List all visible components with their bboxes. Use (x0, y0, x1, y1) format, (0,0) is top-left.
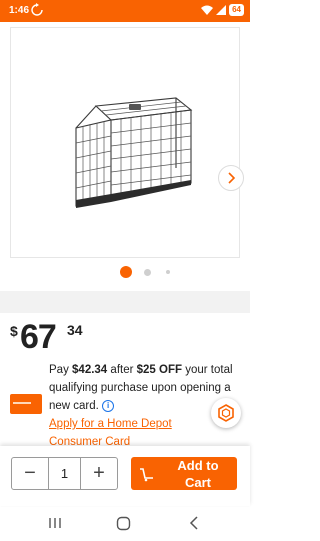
price-dollars: 67 (20, 318, 57, 356)
signal-icon (216, 5, 227, 15)
credit-card-icon (10, 394, 42, 414)
add-to-cart-label: Add to Cart (177, 457, 219, 490)
pagination-dot[interactable] (144, 269, 151, 276)
price-cents: 34 (67, 322, 83, 338)
wifi-icon (201, 5, 214, 15)
next-image-button[interactable] (218, 165, 244, 191)
back-icon[interactable] (188, 516, 200, 530)
hexagon-chat-icon (218, 404, 234, 422)
status-time: 1:46 (9, 5, 30, 16)
pagination-dot[interactable] (166, 270, 170, 274)
promo-discount: $25 OFF (136, 364, 183, 376)
section-divider (0, 291, 250, 313)
recent-apps-icon[interactable] (48, 516, 62, 530)
product-image-gallery[interactable] (10, 27, 244, 258)
home-icon[interactable] (116, 516, 131, 531)
quantity-stepper: − 1 + (11, 457, 118, 490)
product-image (75, 97, 193, 208)
chevron-right-icon (228, 172, 236, 184)
decrease-quantity-button[interactable]: − (12, 458, 48, 489)
pagination-dot-active[interactable] (120, 266, 132, 278)
status-bar: 1:46 64 (0, 0, 250, 22)
quantity-input[interactable]: 1 (48, 458, 81, 489)
chat-button[interactable] (211, 398, 241, 428)
battery-icon: 64 (229, 4, 244, 16)
price-currency: $ (10, 323, 18, 339)
financing-offer: Pay $42.34 after $25 OFF your total qual… (49, 361, 239, 415)
increase-quantity-button[interactable]: + (81, 458, 117, 489)
purchase-bar: − 1 + Add to Cart (0, 446, 250, 506)
system-nav-bar (0, 507, 250, 541)
cart-icon (140, 468, 153, 482)
status-icons: 64 (201, 4, 244, 16)
info-icon[interactable]: i (102, 400, 115, 412)
promo-text-mid: after (110, 364, 134, 376)
promo-amount: $42.34 (72, 364, 108, 376)
gallery-pagination (0, 266, 250, 280)
promo-text-pre: Pay (49, 364, 69, 376)
add-to-cart-button[interactable]: Add to Cart (131, 457, 237, 490)
sync-icon (31, 3, 43, 20)
